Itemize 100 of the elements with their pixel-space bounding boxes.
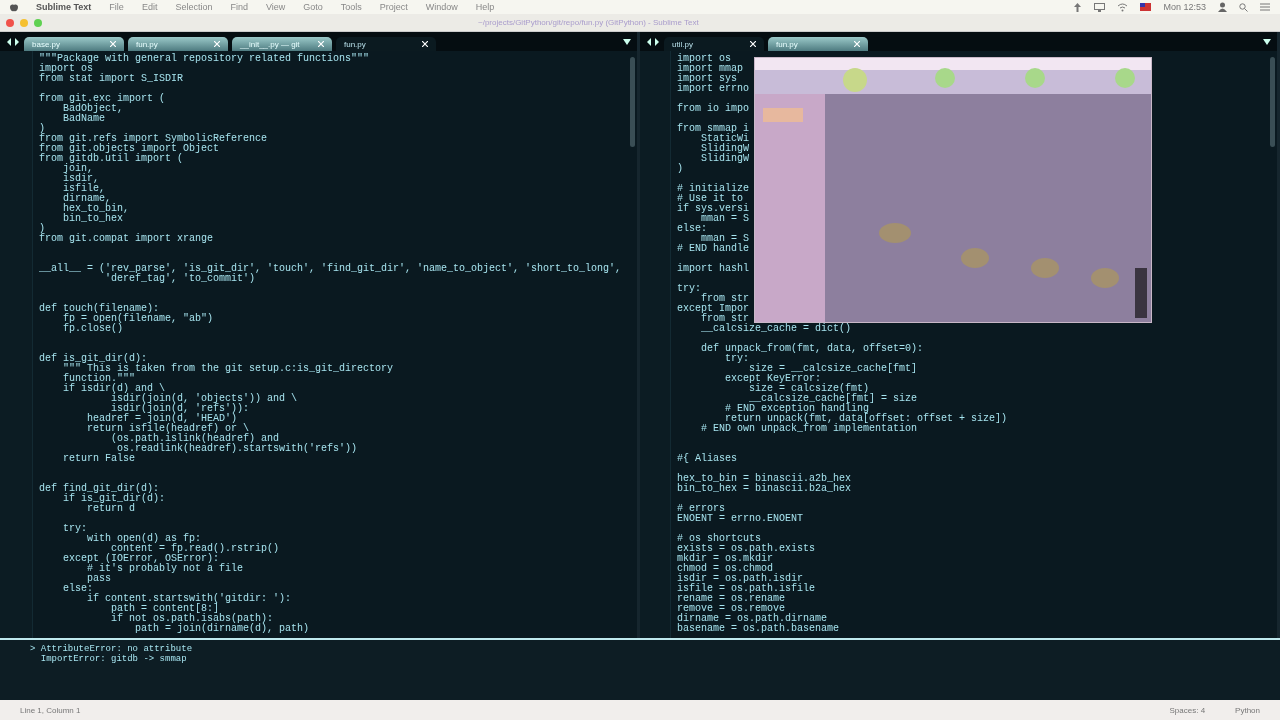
code-line: except (IOError, OSError): — [62, 554, 220, 564]
display-icon[interactable] — [1094, 2, 1106, 12]
code-line: except Impor — [677, 304, 750, 314]
code-line: from smmap i — [677, 124, 750, 134]
code-line: exists = os.path.exists — [677, 544, 817, 554]
code-line: with open(d) as fp: — [86, 534, 202, 544]
code-line: try: — [724, 354, 749, 364]
file-tab[interactable]: fun.py — [768, 37, 868, 51]
code-line: __all__ = ('rev_parse', 'is_git_dir', 'touch', 'find_git_dir', 'name_to_object', 'short_to_long', — [39, 264, 622, 274]
code-line: 'deref_tag', 'to_commit') — [105, 274, 256, 284]
code-line: def is_git_dir(d): — [39, 354, 148, 364]
code-line: ENOENT = errno.ENOENT — [677, 514, 805, 524]
code-line: # END handle — [677, 244, 750, 254]
tab-label: fun.py — [344, 39, 366, 49]
user-icon[interactable] — [1218, 2, 1227, 12]
code-line: else: — [62, 584, 93, 594]
back-forward-icon[interactable] — [6, 37, 20, 47]
code-line: import errno — [677, 84, 750, 94]
file-tab[interactable]: util.py — [664, 37, 764, 51]
code-line: #{ Aliases — [677, 454, 738, 464]
flag-icon[interactable] — [1140, 3, 1152, 11]
menu-item[interactable]: Help — [475, 2, 495, 12]
code-line: bin_to_hex = binascii.b2a_hex — [677, 484, 853, 494]
code-line: from gitdb.util import ( — [39, 154, 184, 164]
tab-label: base.py — [32, 39, 61, 49]
menu-item[interactable]: Selection — [175, 2, 213, 12]
code-line: remove = os.remove — [677, 604, 786, 614]
code-line: """Package with general repository related functions""" — [39, 54, 371, 64]
code-line: return isfile(headref) or \ — [86, 424, 250, 434]
close-icon[interactable] — [750, 41, 756, 47]
code-line: size = calcsize(fmt) — [749, 384, 870, 394]
code-line: path = content[8:] — [111, 604, 220, 614]
code-line: # Use it to — [677, 194, 743, 204]
dropdown-icon[interactable] — [1263, 38, 1271, 46]
code-line: isfile = os.path.isfile — [677, 584, 817, 594]
code-line: isdir(join(d, 'objects')) and \ — [111, 394, 299, 404]
back-forward-icon[interactable] — [646, 37, 660, 47]
code-line: fp.close() — [62, 324, 123, 334]
code-line: from git.refs import SymbolicReference — [39, 134, 269, 144]
file-tab[interactable]: fun.py — [128, 37, 228, 51]
code-line: content = fp.read().rstrip() — [111, 544, 281, 554]
code-line: chmod = os.chmod — [677, 564, 773, 574]
code-line: (os.path.islink(headref) and — [110, 434, 280, 444]
menu-item[interactable]: Goto — [303, 2, 323, 12]
code-line: import sys — [677, 74, 737, 84]
code-line: def find_git_dir(d): — [39, 484, 160, 494]
code-line: if isdir(d) and \ — [62, 384, 166, 394]
code-line: os.readlink(headref).startswith('refs')) — [117, 444, 359, 454]
menu-icon[interactable] — [1260, 3, 1270, 11]
code-line: """ This is taken from the git setup.c:is_git_directory — [62, 364, 395, 374]
code-line: isdir(join(d, 'refs')): — [111, 404, 250, 414]
clock[interactable]: Mon 12:53 — [1163, 2, 1206, 12]
code-line: # os shortcuts — [677, 534, 761, 544]
code-line: ) — [677, 164, 684, 174]
menu-item[interactable]: File — [109, 2, 124, 12]
code-line: ) — [39, 224, 45, 234]
code-line: # errors — [677, 504, 726, 514]
file-tab[interactable]: fun.py — [336, 37, 436, 51]
code-line: try: — [677, 284, 701, 294]
code-line: rename = os.rename — [677, 594, 787, 604]
menu-item[interactable]: View — [265, 2, 286, 12]
code-line: # it's probably not a file — [87, 564, 245, 574]
code-line: except KeyError: — [724, 374, 822, 384]
menu-item[interactable]: Tools — [340, 2, 362, 12]
app-name[interactable]: Sublime Text — [36, 2, 92, 12]
code-line: dirname, — [62, 194, 111, 204]
file-tab[interactable]: base.py — [24, 37, 124, 51]
code-line: isdir, — [62, 174, 99, 184]
code-line: hex_to_bin, — [62, 204, 130, 214]
code-line: # initialize — [677, 184, 750, 194]
file-tab[interactable]: __init__.py — git — [232, 37, 332, 51]
search-icon[interactable] — [1239, 2, 1248, 12]
menu-item[interactable]: Project — [379, 2, 408, 12]
code-line: return False — [62, 454, 135, 464]
code-line: dirname = os.path.dirname — [677, 614, 828, 624]
indentation-setting[interactable]: Spaces: 4 — [1169, 705, 1206, 715]
code-line: # END own unpack_from implementation — [700, 424, 919, 434]
syntax-setting[interactable]: Python — [1235, 705, 1260, 715]
menu-item[interactable]: Window — [425, 2, 458, 12]
scrollbar[interactable] — [630, 57, 635, 147]
code-line: function.""" — [62, 374, 135, 384]
code-line: return d — [87, 504, 135, 514]
scrollbar[interactable] — [1270, 57, 1275, 147]
dropdown-icon[interactable] — [623, 38, 631, 46]
code-line: from git.objects import Object — [39, 144, 220, 154]
upload-icon[interactable] — [1073, 2, 1083, 12]
menu-item[interactable]: Edit — [141, 2, 158, 12]
close-window-button[interactable] — [6, 18, 14, 27]
code-line: mman = S — [700, 234, 750, 244]
code-line: basename = os.path.basename — [677, 624, 841, 634]
menu-item[interactable]: Find — [230, 2, 248, 12]
code-line: return unpack(fmt, data[offset: offset + size]) — [725, 414, 1008, 424]
code-line: from git.exc import ( — [39, 94, 167, 104]
code-line: path = join(dirname(d), path) — [134, 624, 311, 634]
close-icon[interactable] — [422, 41, 428, 47]
apple-icon[interactable] — [10, 2, 18, 12]
code-line: mkdir = os.mkdir — [677, 554, 773, 564]
code-line: def unpack_from(fmt, data, offset=0): — [700, 344, 925, 354]
wifi-icon[interactable] — [1117, 2, 1129, 12]
code-line: import hashl — [677, 264, 750, 274]
